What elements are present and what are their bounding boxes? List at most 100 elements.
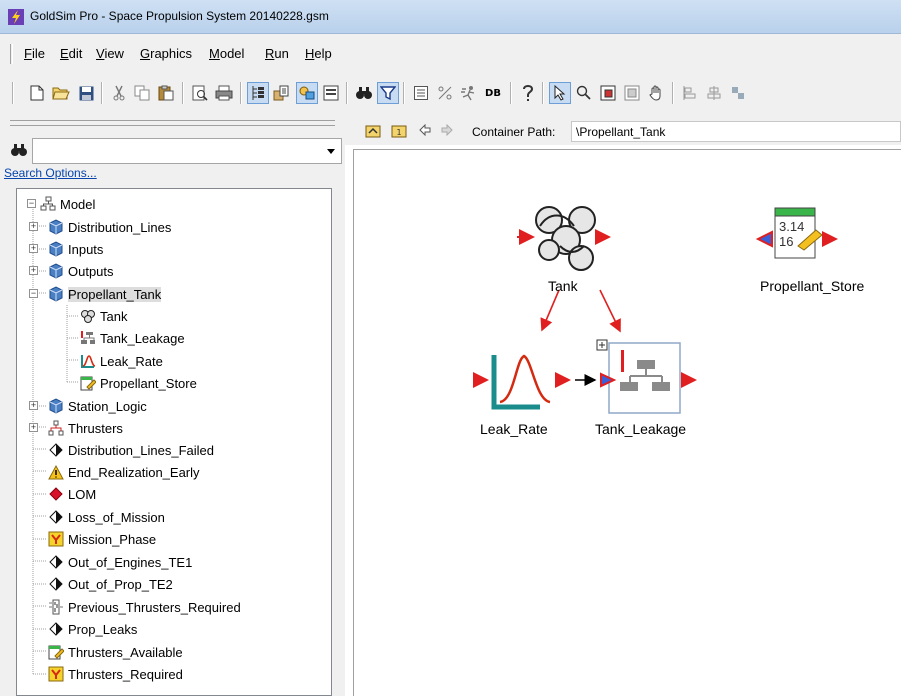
container-path-bar: 1 Container Path: \Propellant_Tank	[345, 118, 901, 145]
tree-item-distribution-lines[interactable]: Distribution_Lines	[47, 216, 171, 238]
search-options-link[interactable]: Search Options...	[4, 166, 97, 180]
align-center-icon[interactable]	[703, 82, 725, 104]
help-icon[interactable]	[517, 82, 539, 104]
tree-item-propellant-tank[interactable]: Propellant_Tank	[47, 283, 162, 305]
print-preview-icon[interactable]	[189, 82, 211, 104]
tree-expand-station-logic[interactable]: +	[29, 401, 38, 410]
tree-collapse-root[interactable]: −	[27, 199, 36, 208]
zoom-window-icon[interactable]	[597, 82, 619, 104]
tank-node[interactable]	[517, 206, 611, 271]
menu-run[interactable]: Run	[265, 46, 289, 61]
tree-item-thrusters-available[interactable]: Thrusters_Available	[47, 641, 183, 663]
menu-grip	[10, 44, 13, 64]
tree-item-thrusters[interactable]: Thrusters	[47, 417, 123, 439]
tree-label: Propellant_Store	[100, 375, 197, 391]
menu-graphics[interactable]: Graphics	[140, 46, 192, 61]
tree-item-inputs[interactable]: Inputs	[47, 238, 103, 260]
tree-label: Tank	[100, 308, 128, 324]
tree-item-end-realization-early[interactable]: End_Realization_Early	[47, 461, 200, 483]
tree-item-thrusters-required[interactable]: Thrusters_Required	[47, 663, 183, 685]
print-icon[interactable]	[213, 82, 235, 104]
tree-item-previous-thrusters-required[interactable]: Previous_Thrusters_Required	[47, 596, 241, 618]
tree-label: Thrusters_Available	[68, 644, 183, 660]
paste-icon[interactable]	[155, 82, 177, 104]
tree-label: Tank_Leakage	[100, 330, 185, 346]
fit-to-window-icon[interactable]	[621, 82, 643, 104]
menu-help[interactable]: Help	[305, 46, 332, 61]
graphics-view-icon[interactable]	[296, 82, 318, 104]
run-control-icon[interactable]	[458, 82, 480, 104]
data-icon	[47, 643, 65, 661]
graphics-canvas[interactable]: 3.14 16 Tank Propellant_Store Leak_Rate …	[353, 149, 901, 696]
tree-item-out-of-prop-te2[interactable]: Out_of_Prop_TE2	[47, 573, 173, 595]
container-icon	[47, 262, 65, 280]
container-icon	[47, 285, 65, 303]
open-folder-icon[interactable]	[50, 82, 72, 104]
tree-expand-distribution-lines[interactable]: +	[29, 222, 38, 231]
expand-container-icon[interactable]	[596, 339, 608, 351]
tree-item-model[interactable]: Model	[39, 193, 95, 215]
model-explorer-icon[interactable]	[271, 82, 293, 104]
search-combobox[interactable]	[32, 138, 342, 164]
filter-icon[interactable]	[377, 82, 399, 104]
tree-item-loss-of-mission[interactable]: Loss_of_Mission	[47, 506, 165, 528]
tree-expand-outputs[interactable]: +	[29, 266, 38, 275]
cut-icon[interactable]	[108, 82, 130, 104]
go-to-parent-icon[interactable]	[365, 124, 381, 141]
red-diamond-icon	[47, 485, 65, 503]
units-icon[interactable]	[434, 82, 456, 104]
forward-arrow-icon[interactable]	[441, 123, 453, 139]
binoculars-icon[interactable]	[10, 143, 30, 159]
menu-model[interactable]: Model	[209, 46, 244, 61]
container-path-label: Container Path:	[472, 125, 556, 139]
tree-item-outputs[interactable]: Outputs	[47, 260, 114, 282]
pan-hand-icon[interactable]	[645, 82, 667, 104]
tree-label: Inputs	[68, 241, 104, 257]
model-tree[interactable]: − Model + Distribution_Lines + Inputs + Outpu…	[16, 188, 332, 696]
browser-view-icon[interactable]	[247, 82, 269, 104]
tank-leakage-node[interactable]	[600, 342, 697, 414]
tree-item-out-of-engines-te1[interactable]: Out_of_Engines_TE1	[47, 551, 192, 573]
copy-icon[interactable]	[131, 82, 153, 104]
back-arrow-icon[interactable]	[419, 123, 431, 139]
database-icon[interactable]: DB	[482, 82, 504, 104]
tree-item-lom[interactable]: LOM	[47, 483, 96, 505]
dashboard-icon[interactable]	[320, 82, 342, 104]
model-root-icon	[39, 195, 57, 213]
tree-expand-inputs[interactable]: +	[29, 244, 38, 253]
align-right-icon[interactable]	[727, 82, 749, 104]
tree-label: LOM	[68, 486, 97, 502]
leak-rate-node[interactable]	[473, 354, 571, 410]
save-icon[interactable]	[75, 82, 97, 104]
tree-item-tank-leakage[interactable]: Tank_Leakage	[79, 327, 185, 349]
tree-label: Mission_Phase	[68, 531, 157, 547]
menu-file[interactable]: File	[24, 46, 45, 61]
zoom-icon[interactable]	[573, 82, 595, 104]
select-pointer-icon[interactable]	[549, 82, 571, 104]
align-left-icon[interactable]	[679, 82, 701, 104]
tree-item-distribution-lines-failed[interactable]: Distribution_Lines_Failed	[47, 439, 214, 461]
find-icon[interactable]	[353, 82, 375, 104]
tree-item-prop-leaks[interactable]: Prop_Leaks	[47, 618, 137, 640]
tree-label: End_Realization_Early	[68, 464, 200, 480]
go-to-top-icon[interactable]: 1	[391, 124, 407, 141]
chevron-down-icon[interactable]	[327, 149, 335, 154]
menu-view[interactable]: View	[96, 46, 124, 61]
container-path-field[interactable]: \Propellant_Tank	[571, 121, 901, 142]
new-file-icon[interactable]	[26, 82, 48, 104]
tree-label: Distribution_Lines	[68, 219, 172, 235]
tree-item-station-logic[interactable]: Station_Logic	[47, 395, 147, 417]
milestone-icon	[47, 441, 65, 459]
tree-item-tank[interactable]: Tank	[79, 305, 127, 327]
tree-item-propellant-store[interactable]: Propellant_Store	[79, 372, 197, 394]
tree-expand-thrusters[interactable]: +	[29, 423, 38, 432]
tree-item-leak-rate[interactable]: Leak_Rate	[79, 350, 163, 372]
distribution-icon	[79, 352, 97, 370]
tree-expand-propellant-tank[interactable]: −	[29, 289, 38, 298]
milestone-icon	[47, 508, 65, 526]
menu-edit[interactable]: Edit	[60, 46, 82, 61]
store-value-bottom: 16	[779, 234, 794, 249]
pane-grip[interactable]	[10, 120, 335, 126]
properties-icon[interactable]	[410, 82, 432, 104]
tree-item-mission-phase[interactable]: Mission_Phase	[47, 528, 156, 550]
